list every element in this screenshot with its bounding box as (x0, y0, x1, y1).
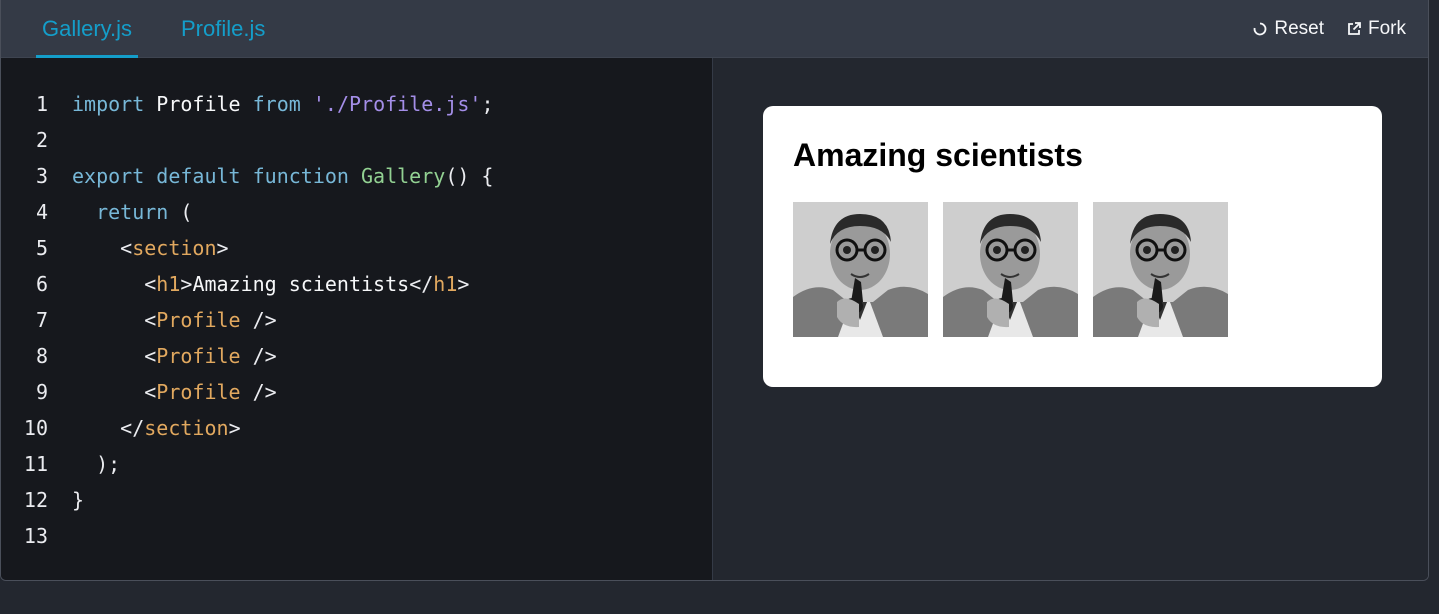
line-number: 8 (35, 344, 48, 368)
reset-label: Reset (1274, 18, 1324, 39)
reset-button[interactable]: Reset (1252, 18, 1324, 40)
sandbox-frame: Gallery.js Profile.js Reset Fork 1 impor… (0, 0, 1429, 581)
line-number: 11 (23, 452, 48, 476)
code-line: 6 <h1>Amazing scientists</h1> (1, 266, 712, 302)
file-tabbar: Gallery.js Profile.js Reset Fork (1, 0, 1428, 58)
code-line: 5 <section> (1, 230, 712, 266)
code-line: 2 (1, 122, 712, 158)
line-number: 5 (35, 236, 48, 260)
code-line: 11 ); (1, 446, 712, 482)
reset-icon (1252, 21, 1268, 37)
scientist-photo (943, 202, 1078, 337)
scientist-photo (1093, 202, 1228, 337)
line-number: 4 (35, 200, 48, 224)
code-lines: 1 import Profile from './Profile.js'; 2 3… (1, 86, 712, 554)
preview-pane: Amazing scientists (713, 58, 1428, 580)
code-editor[interactable]: 1 import Profile from './Profile.js'; 2 3… (1, 58, 713, 580)
profile-list (793, 202, 1228, 337)
line-number: 9 (35, 380, 48, 404)
code-line: 1 import Profile from './Profile.js'; (1, 86, 712, 122)
code-line: 13 (1, 518, 712, 554)
toolbar-actions: Reset Fork (1252, 0, 1406, 58)
preview-card: Amazing scientists (763, 106, 1382, 387)
fork-label: Fork (1368, 18, 1406, 39)
scientist-photo (793, 202, 928, 337)
line-number: 3 (35, 164, 48, 188)
code-line: 7 <Profile /> (1, 302, 712, 338)
line-number: 2 (35, 128, 48, 152)
code-line: 9 <Profile /> (1, 374, 712, 410)
code-line: 4 return ( (1, 194, 712, 230)
tab-gallery-js[interactable]: Gallery.js (36, 0, 139, 58)
line-number: 6 (35, 272, 48, 296)
fork-button[interactable]: Fork (1346, 18, 1406, 40)
tab-profile-js[interactable]: Profile.js (175, 0, 271, 58)
code-line: 12} (1, 482, 712, 518)
line-number: 10 (23, 416, 48, 440)
external-link-icon (1346, 21, 1362, 37)
code-line: 8 <Profile /> (1, 338, 712, 374)
line-number: 1 (35, 92, 48, 116)
line-number: 13 (23, 524, 48, 548)
code-line: 10 </section> (1, 410, 712, 446)
line-number: 12 (23, 488, 48, 512)
page-title: Amazing scientists (793, 137, 1083, 173)
code-line: 3 export default function Gallery() { (1, 158, 712, 194)
line-number: 7 (35, 308, 48, 332)
